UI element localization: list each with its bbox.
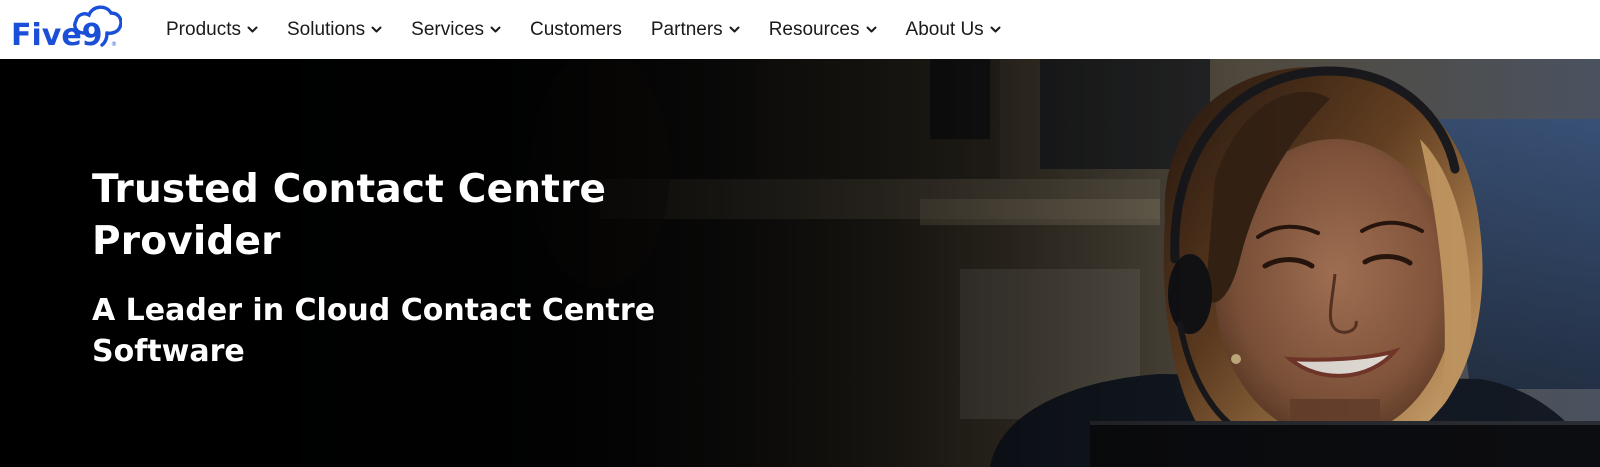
hero-text-block: Trusted Contact Centre Provider A Leader…: [92, 164, 732, 372]
nav-item-about-us[interactable]: About Us: [906, 0, 1001, 59]
nav-label: Customers: [530, 18, 622, 40]
hero-title: Trusted Contact Centre Provider: [92, 167, 607, 264]
nav-label: Partners: [650, 18, 723, 40]
nav-label: Products: [166, 18, 241, 40]
nav-item-partners[interactable]: Partners: [651, 0, 740, 59]
hero-banner: Trusted Contact Centre Provider A Leader…: [0, 59, 1600, 467]
chevron-down-icon: [371, 26, 382, 33]
nav-label: About Us: [905, 18, 984, 40]
nav-item-products[interactable]: Products: [166, 0, 258, 59]
nav-item-resources[interactable]: Resources: [769, 0, 877, 59]
main-nav: Products Solutions Services Customers Pa…: [166, 0, 1030, 59]
five9-logo[interactable]: Five9 ®: [10, 0, 122, 48]
nav-label: Services: [411, 18, 485, 40]
nav-item-customers[interactable]: Customers: [530, 0, 622, 59]
chevron-down-icon: [990, 26, 1001, 33]
registered-mark: ®: [111, 41, 117, 48]
logo-wordmark: Five9: [11, 18, 103, 48]
nav-label: Resources: [768, 18, 860, 40]
nav-label: Solutions: [286, 18, 366, 40]
chevron-down-icon: [866, 26, 877, 33]
page: Five9 ® Products Solutions Services Cust…: [0, 0, 1600, 467]
chevron-down-icon: [247, 26, 258, 33]
nav-item-solutions[interactable]: Solutions: [287, 0, 382, 59]
chevron-down-icon: [729, 26, 740, 33]
nav-item-services[interactable]: Services: [411, 0, 501, 59]
hero-subtitle: A Leader in Cloud Contact Centre Softwar…: [92, 293, 656, 369]
chevron-down-icon: [490, 26, 501, 33]
site-header: Five9 ® Products Solutions Services Cust…: [0, 0, 1600, 59]
cloud-logo-icon: Five9 ®: [11, 5, 122, 48]
